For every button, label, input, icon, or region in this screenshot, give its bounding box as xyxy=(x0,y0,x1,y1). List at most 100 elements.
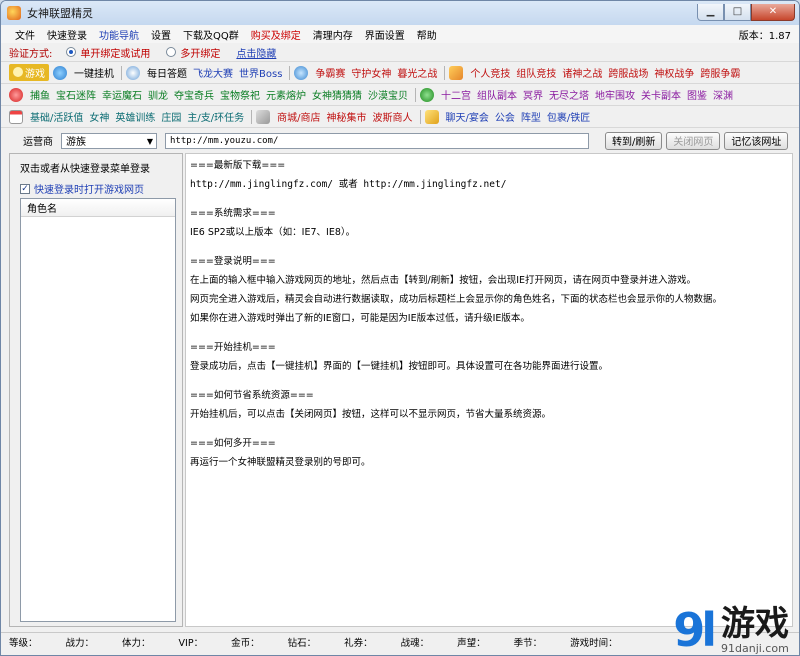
window-controls: ▁ □ ✕ xyxy=(697,3,795,21)
gem-maze[interactable]: 宝石迷阵 xyxy=(53,87,99,102)
close-button[interactable]: ✕ xyxy=(751,3,795,21)
game-tab[interactable]: 游戏 xyxy=(9,64,49,81)
separator xyxy=(251,109,253,124)
app-icon xyxy=(7,6,21,20)
cross-server-hegemony[interactable]: 跨服争霸 xyxy=(697,65,743,80)
separator xyxy=(289,65,291,80)
menu-purchase[interactable]: 购买及绑定 xyxy=(245,27,307,42)
element-furnace[interactable]: 元素熔炉 xyxy=(263,87,309,102)
clock-icon xyxy=(126,65,140,80)
maximize-button[interactable]: □ xyxy=(724,3,751,21)
menu-file[interactable]: 文件 xyxy=(9,27,41,42)
manor[interactable]: 庄园 xyxy=(158,109,184,124)
mall-shop[interactable]: 商城/商店 xyxy=(274,109,323,124)
daily-quiz[interactable]: 每日答题 xyxy=(144,65,190,80)
goddess[interactable]: 女神 xyxy=(86,109,112,124)
treasure-sacrifice[interactable]: 宝物祭祀 xyxy=(217,87,263,102)
cross-server-battle[interactable]: 跨服战场 xyxy=(605,65,651,80)
treasure-raider[interactable]: 夺宝奇兵 xyxy=(171,87,217,102)
globe-icon xyxy=(53,65,67,80)
fishing[interactable]: 捕鱼 xyxy=(27,87,53,102)
championship[interactable]: 争霸赛 xyxy=(312,65,348,80)
team-arena[interactable]: 组队竞技 xyxy=(513,65,559,80)
one-click-tab[interactable]: 一键挂机 xyxy=(71,65,117,80)
dungeon-siege[interactable]: 地牢围攻 xyxy=(592,87,638,102)
status-level: 等级： xyxy=(9,637,38,649)
toolbar-3: 基础/活跃值 女神 英雄训练 庄园 主/支/环任务 商城/商店 神秘集市 波斯商… xyxy=(1,105,799,127)
radio-indicator xyxy=(166,47,177,57)
guard-goddess[interactable]: 守护女神 xyxy=(348,65,394,80)
chat-banquet[interactable]: 聊天/宴会 xyxy=(443,109,492,124)
title-bar: 女神联盟精灵 ▁ □ ✕ xyxy=(1,1,799,25)
go-refresh-button[interactable]: 转到/刷新 xyxy=(605,131,663,150)
desert-treasure[interactable]: 沙漠宝贝 xyxy=(365,87,411,102)
menu-help[interactable]: 帮助 xyxy=(411,27,443,42)
menu-navigation[interactable]: 功能导航 xyxy=(93,27,145,42)
quests[interactable]: 主/支/环任务 xyxy=(184,109,247,124)
remember-url-button[interactable]: 记忆该网址 xyxy=(724,131,789,150)
radio-label: 多开绑定 xyxy=(180,48,221,60)
abyss[interactable]: 深渊 xyxy=(710,87,736,102)
formation[interactable]: 阵型 xyxy=(518,109,544,124)
bag-smith[interactable]: 包裹/铁匠 xyxy=(544,109,593,124)
menu-download[interactable]: 下载及QQ群 xyxy=(177,27,245,42)
status-soul: 战魂： xyxy=(400,637,430,649)
watermark-text: 游戏 91danji.com xyxy=(721,606,789,655)
menu-ui-settings[interactable]: 界面设置 xyxy=(359,27,411,42)
mystery-market[interactable]: 神秘集市 xyxy=(324,109,370,124)
endless-tower[interactable]: 无尽之塔 xyxy=(546,87,592,102)
game-tab-label: 游戏 xyxy=(25,69,45,80)
guild[interactable]: 公会 xyxy=(492,109,518,124)
persian-merchant[interactable]: 波斯商人 xyxy=(370,109,416,124)
column-header-role[interactable]: 角色名 xyxy=(21,199,175,217)
content-line: 在上面的输入框中输入游戏网页的地址，然后点击【转到/刷新】按钮，会出现IE打开网… xyxy=(190,275,697,286)
divine-war[interactable]: 神权战争 xyxy=(651,65,697,80)
dragon-race[interactable]: 飞龙大赛 xyxy=(190,65,236,80)
minimize-button[interactable]: ▁ xyxy=(697,3,724,21)
gods-war[interactable]: 诸神之战 xyxy=(559,65,605,80)
menu-clean-memory[interactable]: 清理内存 xyxy=(307,27,359,42)
left-panel: 双击或者从快速登录菜单登录 ✓ 快速登录时打开游戏网页 角色名 xyxy=(9,153,183,627)
underworld[interactable]: 冥界 xyxy=(520,87,546,102)
web-content: ===最新版下载=== http://mm.jinglingfz.com/ 或者… xyxy=(185,153,793,627)
status-game-time: 游戏时间： xyxy=(570,637,618,649)
activity-points[interactable]: 基础/活跃值 xyxy=(27,109,86,124)
url-input[interactable]: http://mm.youzu.com/ xyxy=(165,132,589,149)
content-line: 开始挂机后，可以点击【关闭网页】按钮，这样可以不显示网页，节省大量系统资源。 xyxy=(190,409,552,420)
tame-dragon[interactable]: 驯龙 xyxy=(145,87,171,102)
content-line: ===如何节省系统资源=== xyxy=(190,390,314,401)
earth-icon xyxy=(294,65,309,80)
hero-training[interactable]: 英雄训练 xyxy=(112,109,158,124)
watermark-logo: 9l xyxy=(673,603,717,656)
status-power: 战力： xyxy=(65,637,95,649)
zodiac[interactable]: 十二宫 xyxy=(438,87,474,102)
menu-settings[interactable]: 设置 xyxy=(145,27,177,42)
character-list[interactable]: 角色名 xyxy=(20,198,176,622)
radio-multi-bind[interactable]: 多开绑定 xyxy=(166,45,220,60)
world-boss[interactable]: 世界Boss xyxy=(236,65,285,80)
radio-single-bind[interactable]: 单开绑定或试用 xyxy=(66,45,150,60)
version-label: 版本：1.87 xyxy=(738,30,791,42)
verify-row: 验证方式: 单开绑定或试用 多开绑定 点击隐藏 xyxy=(1,43,799,61)
separator xyxy=(415,87,416,102)
team-dungeon[interactable]: 组队副本 xyxy=(474,87,520,102)
download-url-line[interactable]: http://mm.jinglingfz.com/ 或者 http://mm.j… xyxy=(190,175,788,194)
close-page-button[interactable]: 关闭网页 xyxy=(666,131,721,150)
solo-arena[interactable]: 个人竞技 xyxy=(467,65,513,80)
menu-quick-login[interactable]: 快速登录 xyxy=(41,27,93,42)
lucky-stone[interactable]: 幸运魔石 xyxy=(99,87,145,102)
stage-dungeon[interactable]: 关卡副本 xyxy=(638,87,684,102)
twilight-war[interactable]: 暮光之战 xyxy=(394,65,440,80)
open-page-checkbox[interactable]: ✓ 快速登录时打开游戏网页 xyxy=(20,181,178,196)
check-icon: ✓ xyxy=(20,183,30,194)
checkbox-label: 快速登录时打开游戏网页 xyxy=(34,185,144,196)
goddess-guess[interactable]: 女神猜猜猜 xyxy=(309,87,365,102)
logo-digit: 9 xyxy=(673,603,705,656)
window-title: 女神联盟精灵 xyxy=(27,7,93,20)
operator-select[interactable]: 游族 ▼ xyxy=(61,132,157,149)
codex[interactable]: 图鉴 xyxy=(684,87,710,102)
hide-link[interactable]: 点击隐藏 xyxy=(236,45,276,60)
toolbar-2: 捕鱼 宝石迷阵 幸运魔石 驯龙 夺宝奇兵 宝物祭祀 元素熔炉 女神猜猜猜 沙漠宝… xyxy=(1,83,799,105)
content-line: ===系统需求=== xyxy=(190,208,276,219)
